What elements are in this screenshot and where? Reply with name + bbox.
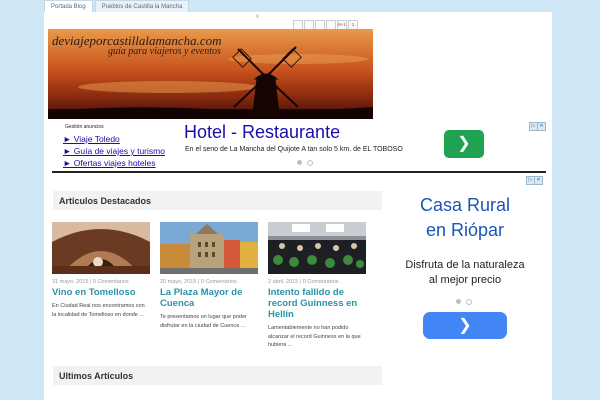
ad-title[interactable]: Hotel - Restaurante [184, 122, 340, 143]
carousel-dot[interactable] [456, 299, 461, 304]
post-thumbnail-plaza-cuenca[interactable] [160, 222, 258, 274]
ad-go-button[interactable]: ❯ [423, 312, 507, 339]
ad-sidebar[interactable]: Casa Rural en Riópar Disfruta de la natu… [389, 175, 541, 400]
post-card[interactable]: 20 mayo, 2015 | 0 Comentarios La Plaza M… [160, 222, 258, 330]
ad-carousel-dots [297, 160, 318, 166]
post-excerpt: Lamentablemente no han podido alcanzar e… [268, 325, 361, 348]
latest-section-header: Ultimos Articulos [53, 366, 382, 385]
carousel-dot[interactable] [297, 160, 302, 165]
ad-link-guia-viajes[interactable]: ► Guía de viajes y turismo [63, 146, 165, 156]
ad-carousel-dots [456, 299, 477, 305]
carousel-dot[interactable] [466, 299, 472, 305]
close-icon[interactable]: ✕ [537, 122, 546, 131]
ad-link-viaje-toledo[interactable]: ► Viaje Toledo [63, 134, 120, 144]
carousel-dot[interactable] [307, 160, 313, 166]
ad-go-button[interactable]: ❯ [444, 130, 484, 158]
post-card[interactable]: 2 abril, 2015 | 0 Comentarios Intento fa… [268, 222, 366, 350]
site-subtitle: guía para viajeros y eventos [108, 46, 221, 57]
close-icon[interactable]: x [256, 14, 259, 20]
ad-label: Gestión anuncios [65, 124, 104, 130]
post-card[interactable]: 31 mayo, 2015 | 0 Comentarios Vino en To… [52, 222, 150, 319]
tab-pueblos[interactable]: Pueblos de Castilla la Mancha [94, 0, 190, 12]
post-title[interactable]: La Plaza Mayor de Cuenca [160, 287, 258, 309]
close-icon[interactable]: ✕ [534, 176, 543, 185]
post-thumbnail-wine-cellar[interactable] [52, 222, 150, 274]
site-banner[interactable]: deviajeporcastillalamancha.com guía para… [48, 29, 373, 119]
post-excerpt: Te presentamos un lugar que poder disfru… [160, 314, 247, 329]
ad-title[interactable]: Casa Rural [389, 195, 541, 216]
chevron-right-icon: ❯ [457, 135, 471, 152]
tab-portada-blog[interactable]: Portada Blog [44, 0, 93, 12]
chevron-right-icon: ❯ [458, 317, 472, 334]
post-thumbnail-drummers-hellin[interactable] [268, 222, 366, 274]
post-title[interactable]: Intento fallido de record Guinness en He… [268, 287, 366, 320]
ad-text: al mejor precio [428, 274, 502, 286]
ad-title[interactable]: en Riópar [389, 220, 541, 241]
featured-section-header: Articulos Destacados [53, 191, 382, 210]
post-meta: 20 mayo, 2015 | 0 Comentarios [160, 279, 237, 285]
post-title[interactable]: Vino en Tomelloso [52, 287, 150, 298]
post-meta: 2 abril, 2015 | 0 Comentarios [268, 279, 339, 285]
ad-text: Disfruta de la naturaleza [405, 259, 525, 271]
ad-top-banner[interactable]: Gestión anuncios ► Viaje Toledo ► Guía d… [52, 121, 546, 173]
section-title: Articulos Destacados [59, 196, 152, 206]
ad-description: En el seno de La Mancha del Quijote A ta… [185, 146, 403, 153]
post-excerpt: En Ciudad Real nos encontramos con la lo… [52, 303, 145, 318]
section-title: Ultimos Articulos [59, 371, 134, 381]
post-meta: 31 mayo, 2015 | 0 Comentarios [52, 279, 129, 285]
top-nav: Portada Blog Pueblos de Castilla la Manc… [44, 0, 191, 12]
ad-link-ofertas-viajes[interactable]: ► Ofertas viajes hoteles [63, 158, 156, 168]
